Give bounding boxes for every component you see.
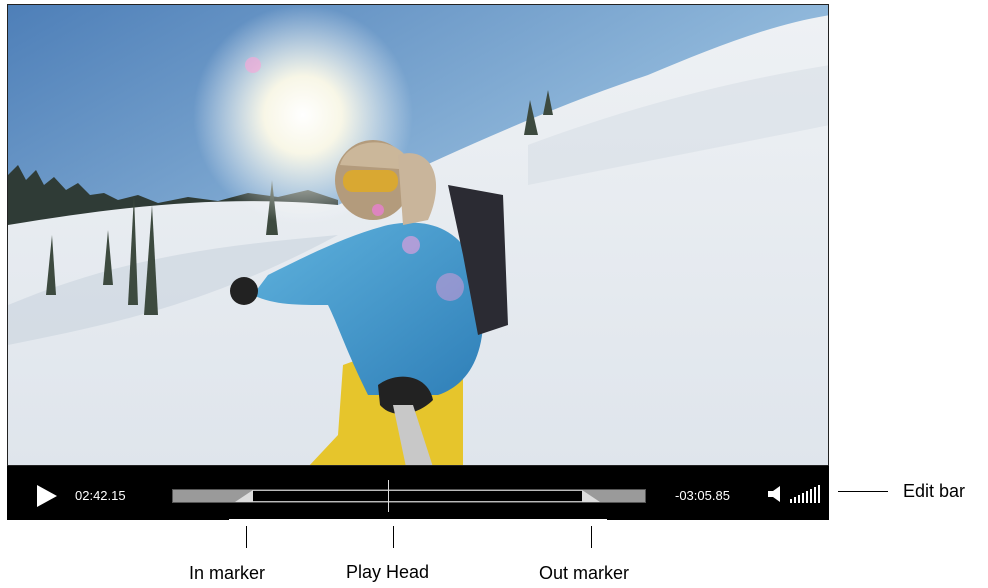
timeline-track[interactable] [172, 480, 646, 512]
play-head-label: Play Head [346, 562, 430, 582]
selected-range [252, 490, 582, 502]
out-marker[interactable] [582, 490, 600, 502]
video-frame[interactable] [7, 4, 829, 466]
edit-bar-callout-line [838, 491, 888, 492]
edit-bar-label: Edit bar [903, 481, 966, 501]
volume-level-icon[interactable] [790, 484, 820, 506]
in-marker-callout-line [246, 526, 247, 548]
play-head-callout-line [393, 526, 394, 548]
out-marker-label: Out marker [539, 563, 630, 583]
remaining-time: -03:05.85 [675, 488, 730, 503]
in-marker[interactable] [235, 490, 253, 502]
bar-underline [229, 519, 607, 521]
speaker-icon[interactable] [767, 485, 785, 503]
play-icon[interactable] [37, 485, 57, 507]
out-marker-callout-line [591, 526, 592, 548]
video-image [8, 5, 828, 465]
in-marker-label: In marker [189, 563, 266, 583]
edit-bar: 02:42.15 -03:05.85 [7, 466, 829, 521]
play-head[interactable] [388, 480, 389, 512]
current-time: 02:42.15 [75, 488, 126, 503]
